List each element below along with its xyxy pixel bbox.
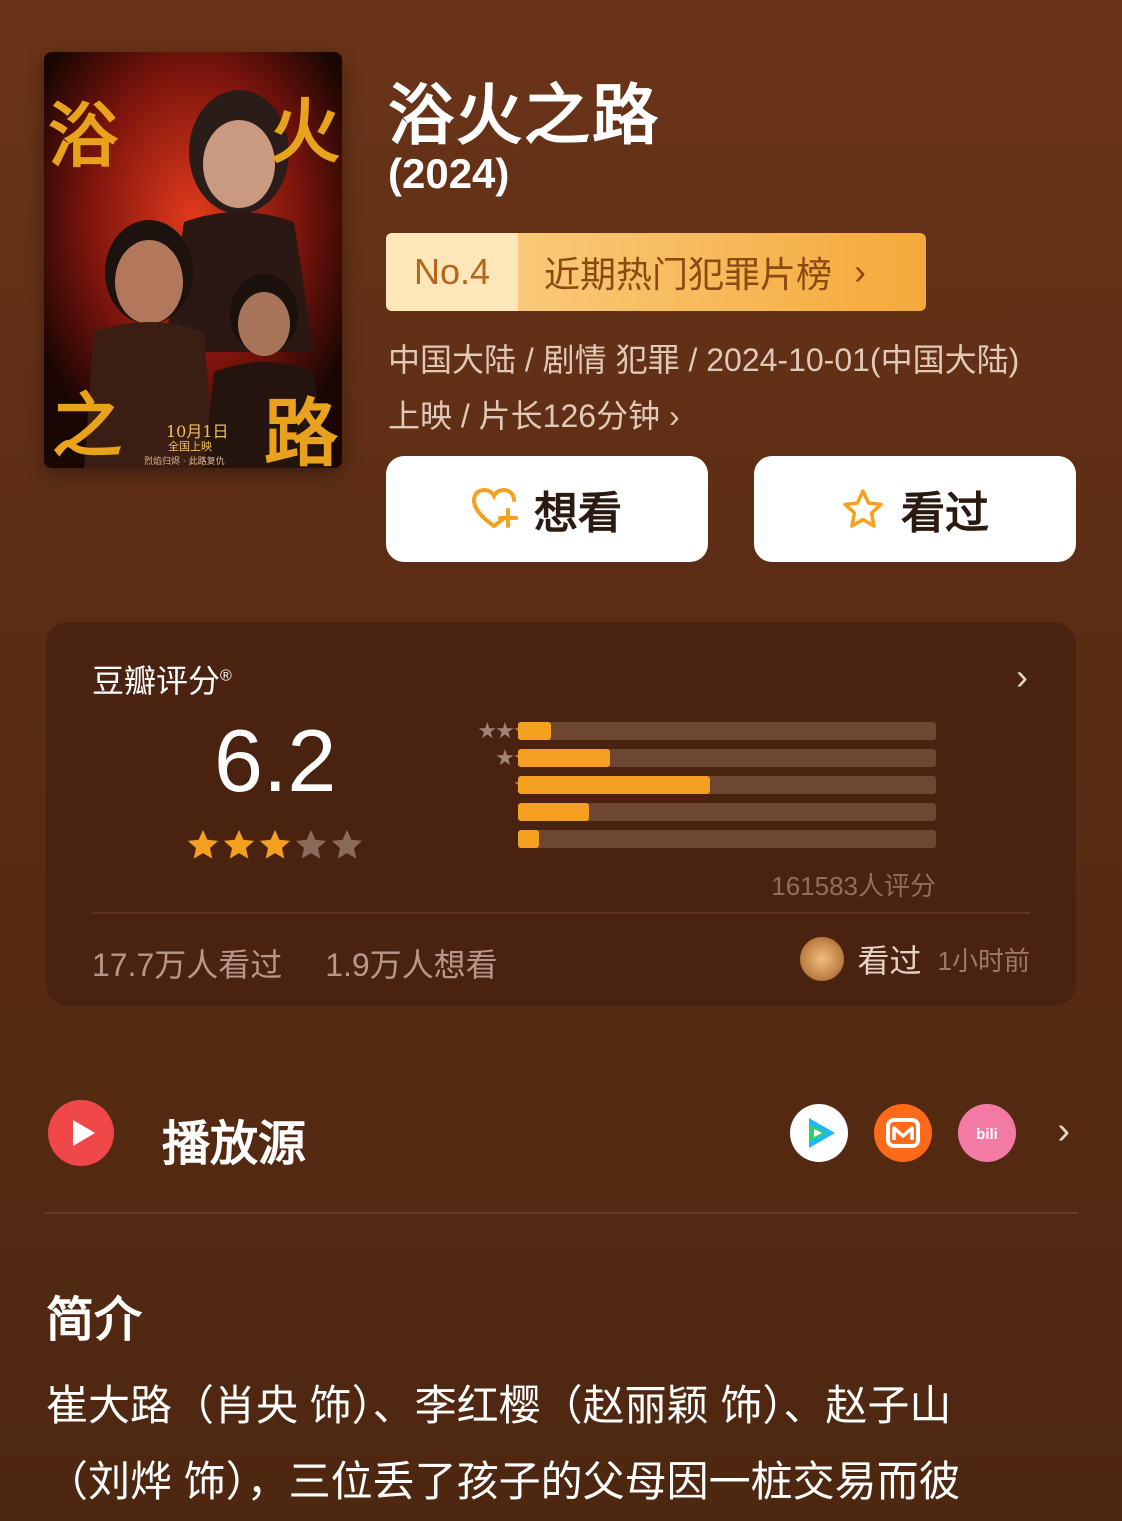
star-filled-icon bbox=[223, 829, 255, 859]
distribution-bar bbox=[518, 776, 711, 794]
rating-label: 豆瓣评分® bbox=[92, 656, 232, 702]
friend-time: 1小时前 bbox=[937, 945, 1030, 976]
star-empty-icon bbox=[295, 829, 327, 859]
distribution-track bbox=[518, 830, 936, 848]
poster-title-char-2: 火 bbox=[270, 90, 340, 173]
movie-title: 浴火之路 bbox=[388, 78, 660, 152]
distribution-bar bbox=[518, 803, 590, 821]
rank-list-label: 近期热门犯罪片榜 bbox=[544, 254, 833, 295]
distribution-bar bbox=[518, 830, 539, 848]
distribution-row: ★★★★ bbox=[396, 745, 996, 770]
distribution-track bbox=[518, 803, 936, 821]
divider bbox=[44, 1212, 1078, 1214]
registered-mark: ® bbox=[220, 667, 232, 685]
play-sources-row[interactable]: 播放源 bili › bbox=[46, 1098, 1076, 1171]
watched-label: 看过 bbox=[901, 489, 989, 538]
want-to-watch-label: 想看 bbox=[534, 489, 622, 538]
play-icon bbox=[48, 1100, 114, 1166]
friend-activity[interactable]: 看过 1小时前 bbox=[799, 936, 1030, 982]
intro-heading: 简介 bbox=[46, 1294, 143, 1347]
movie-poster[interactable]: 浴 火 之 路 10月1日 全国上映 烈焰归烬 · 此路复仇 bbox=[44, 52, 342, 468]
rank-number: No.4 bbox=[386, 233, 518, 311]
movie-meta[interactable]: 中国大陆 / 剧情 犯罪 / 2024-10-01(中国大陆) 上映 / 片长1… bbox=[388, 332, 1088, 444]
meta-line-2: 上映 / 片长126分钟 › bbox=[388, 398, 680, 434]
poster-title-char-4: 路 bbox=[264, 391, 338, 468]
distribution-track bbox=[518, 749, 936, 767]
poster-title-char-3: 之 bbox=[52, 384, 122, 467]
play-sources-title: 播放源 bbox=[162, 1118, 307, 1171]
distribution-bar bbox=[518, 749, 610, 767]
rating-count: 161583人评分 bbox=[771, 871, 936, 901]
seen-count: 17.7万人看过 bbox=[92, 947, 283, 983]
meta-line-1: 中国大陆 / 剧情 犯罪 / 2024-10-01(中国大陆) bbox=[388, 342, 1020, 378]
star-filled-icon bbox=[187, 829, 219, 859]
bilibili-icon[interactable]: bili bbox=[958, 1104, 1016, 1162]
watch-stats: 17.7万人看过 1.9万人想看 bbox=[92, 940, 532, 986]
intro-line-1: 崔大路（肖央 饰）、李红樱（赵丽颖 饰）、赵子山 bbox=[46, 1382, 952, 1429]
distribution-track bbox=[518, 722, 936, 740]
chevron-right-icon: › bbox=[854, 251, 867, 292]
rating-label-text: 豆瓣评分 bbox=[92, 663, 221, 699]
mango-tv-icon[interactable] bbox=[874, 1104, 932, 1162]
star-empty-icon bbox=[331, 829, 363, 859]
rank-badge[interactable]: No.4 近期热门犯罪片榜 › bbox=[386, 233, 926, 311]
poster-release-label: 全国上映 bbox=[168, 440, 212, 453]
movie-year: (2024) bbox=[388, 150, 510, 197]
rank-list-link: 近期热门犯罪片榜 › bbox=[518, 233, 926, 311]
star-filled-icon bbox=[259, 829, 291, 859]
tencent-video-icon[interactable] bbox=[790, 1104, 848, 1162]
star-outline-icon bbox=[843, 489, 883, 528]
distribution-row: ★★★★★ bbox=[396, 718, 996, 743]
rating-card[interactable]: 豆瓣评分® › 6.2 ★★★★★★★★★★★★★★★ 161583人评分 17… bbox=[46, 622, 1076, 1006]
poster-title-char-1: 浴 bbox=[48, 94, 118, 177]
rating-score: 6.2 bbox=[214, 711, 337, 810]
distribution-row: ★★★ bbox=[396, 772, 996, 797]
friend-action: 看过 bbox=[857, 943, 922, 979]
distribution-row: ★ bbox=[396, 826, 996, 851]
want-count: 1.9万人想看 bbox=[325, 947, 498, 983]
intro-line-2: （刘烨 饰），三位丢了孩子的父母因一桩交易而彼 bbox=[46, 1458, 961, 1505]
chevron-right-icon[interactable]: › bbox=[1057, 1110, 1070, 1153]
chevron-right-icon[interactable]: › bbox=[1016, 656, 1028, 698]
distribution-bar bbox=[518, 722, 552, 740]
intro-text[interactable]: 崔大路（肖央 饰）、李红樱（赵丽颖 饰）、赵子山 （刘烨 饰），三位丢了孩子的父… bbox=[46, 1368, 1086, 1520]
divider bbox=[92, 912, 1030, 914]
heart-plus-icon bbox=[472, 488, 518, 528]
want-to-watch-button[interactable]: 想看 bbox=[386, 456, 708, 562]
distribution-track bbox=[518, 776, 936, 794]
svg-text:bili: bili bbox=[976, 1126, 998, 1143]
watched-button[interactable]: 看过 bbox=[754, 456, 1076, 562]
rating-stars bbox=[186, 828, 364, 862]
poster-slogan: 烈焰归烬 · 此路复仇 bbox=[144, 457, 225, 467]
distribution-row: ★★ bbox=[396, 799, 996, 824]
avatar[interactable] bbox=[799, 937, 844, 981]
